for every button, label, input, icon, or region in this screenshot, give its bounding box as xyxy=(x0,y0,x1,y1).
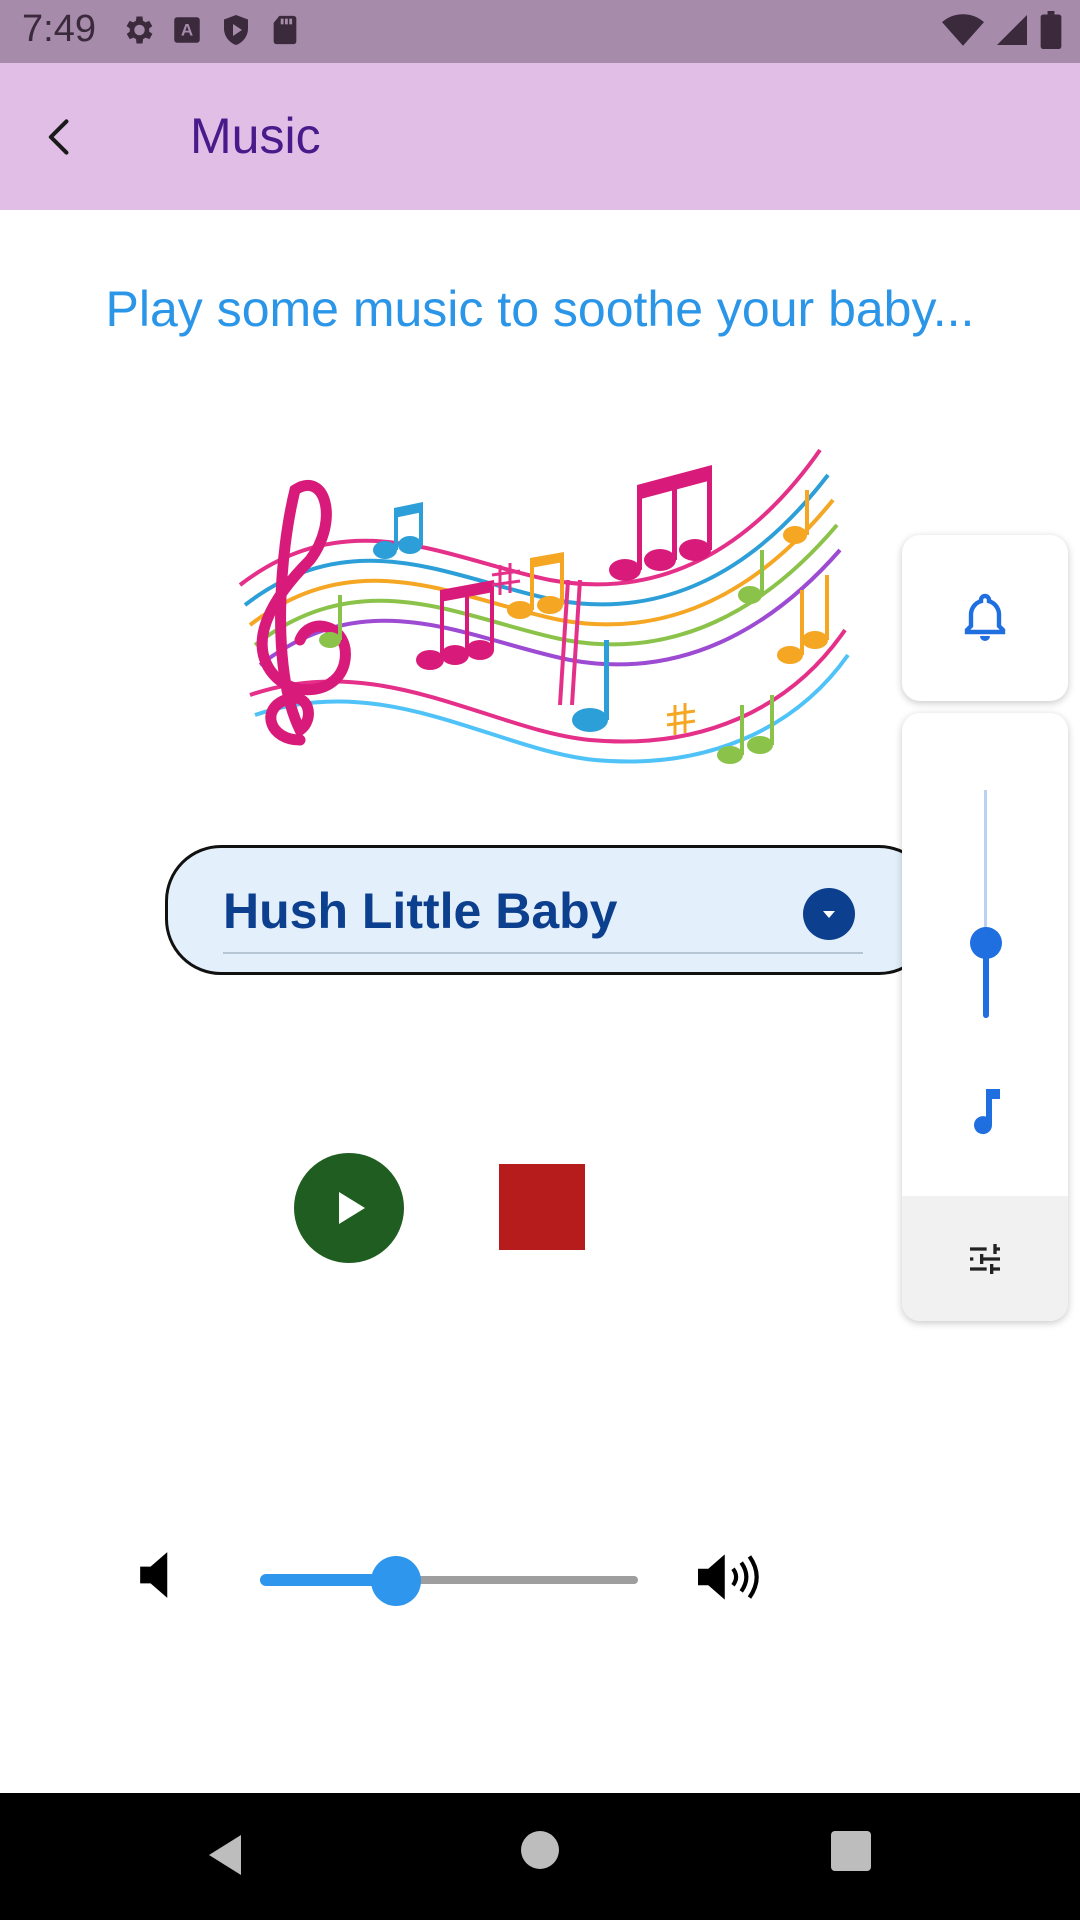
side-controls-panel xyxy=(902,713,1068,1321)
song-dropdown[interactable]: Hush Little Baby xyxy=(165,845,935,975)
play-button[interactable] xyxy=(294,1153,404,1263)
vertical-slider-thumb[interactable] xyxy=(970,926,1002,959)
app-bar: Music xyxy=(0,63,1080,210)
page-title: Music xyxy=(190,108,321,164)
volume-high-icon xyxy=(698,1552,768,1607)
notification-button[interactable] xyxy=(902,535,1068,701)
play-icon xyxy=(339,1192,365,1224)
tune-icon xyxy=(970,1243,1000,1274)
selected-song: Hush Little Baby xyxy=(223,883,618,939)
stop-button[interactable] xyxy=(499,1164,585,1250)
nav-home-button[interactable] xyxy=(521,1831,559,1869)
status-time: 7:49 xyxy=(22,8,96,50)
back-arrow-icon xyxy=(48,119,69,155)
svg-text:A: A xyxy=(181,20,193,39)
bell-icon xyxy=(964,593,1006,641)
shield-play-icon xyxy=(218,12,254,53)
dropdown-underline xyxy=(223,952,863,954)
volume-thumb[interactable] xyxy=(371,1556,422,1606)
sd-card-icon xyxy=(268,12,302,53)
volume-slider[interactable] xyxy=(260,1556,638,1606)
tune-button[interactable] xyxy=(902,1196,1068,1321)
status-left-icons: A xyxy=(120,10,302,54)
music-note-icon[interactable] xyxy=(962,1085,1010,1142)
status-right-icons xyxy=(942,10,1062,54)
signal-icon xyxy=(994,12,1030,53)
back-button[interactable] xyxy=(24,101,96,173)
nav-back-button[interactable] xyxy=(205,1833,245,1882)
system-nav-bar xyxy=(0,1793,1080,1920)
nav-recents-button[interactable] xyxy=(831,1831,871,1871)
settings-icon xyxy=(120,12,156,53)
status-bar: 7:49 A xyxy=(0,0,1080,63)
vertical-slider[interactable] xyxy=(968,790,1004,1018)
music-notes-illustration xyxy=(230,410,850,780)
battery-icon xyxy=(1040,10,1062,54)
chevron-down-icon[interactable] xyxy=(803,888,855,940)
volume-low-icon xyxy=(140,1550,182,1605)
wifi-icon xyxy=(942,12,984,53)
subtitle: Play some music to soothe your baby... xyxy=(105,281,975,337)
a-keyboard-icon: A xyxy=(170,13,204,52)
